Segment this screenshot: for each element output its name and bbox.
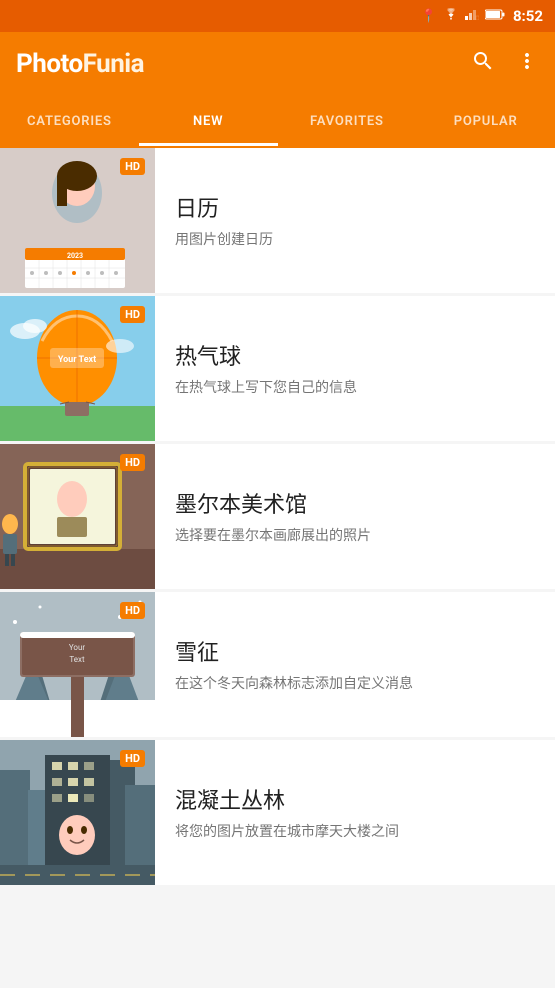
item-desc-snow: 在这个冬天向森林标志添加自定义消息 <box>175 675 535 695</box>
thumbnail-calendar: 2023 HD <box>0 148 155 293</box>
tab-bar: CATEGORIES NEW FAVORITES POPULAR <box>0 96 555 148</box>
thumbnail-balloon: Your Text HD <box>0 296 155 441</box>
wifi-icon <box>443 8 459 24</box>
tab-new[interactable]: NEW <box>139 96 278 146</box>
status-bar: 📍 8:52 <box>0 0 555 32</box>
list-item-calendar[interactable]: 2023 HD 日历 用 <box>0 148 555 293</box>
thumbnail-city: HD <box>0 740 155 885</box>
app-bar-actions <box>471 49 539 79</box>
item-info-balloon: 热气球 在热气球上写下您自己的信息 <box>155 323 555 415</box>
item-desc-gallery: 选择要在墨尔本画廊展出的照片 <box>175 527 535 547</box>
tab-categories[interactable]: CATEGORIES <box>0 96 139 146</box>
hd-badge-gallery: HD <box>120 454 145 471</box>
more-icon[interactable] <box>515 49 539 79</box>
content-list: 2023 HD 日历 用 <box>0 148 555 988</box>
hd-badge-city: HD <box>120 750 145 767</box>
item-info-snow: 雪征 在这个冬天向森林标志添加自定义消息 <box>155 619 555 711</box>
svg-text:Your Text: Your Text <box>58 355 96 365</box>
tab-popular[interactable]: POPULAR <box>416 96 555 146</box>
tab-favorites[interactable]: FAVORITES <box>278 96 417 146</box>
status-icons: 📍 <box>421 8 505 24</box>
svg-text:Your: Your <box>69 643 86 652</box>
logo-funia: Funia <box>83 49 144 79</box>
svg-text:Text: Text <box>69 655 85 664</box>
item-info-city: 混凝土丛林 将您的图片放置在城市摩天大楼之间 <box>155 767 555 859</box>
svg-text:2023: 2023 <box>67 252 83 260</box>
item-title-calendar: 日历 <box>175 191 535 223</box>
item-info-gallery: 墨尔本美术馆 选择要在墨尔本画廊展出的照片 <box>155 471 555 563</box>
thumbnail-snow: Your Text HD <box>0 592 155 737</box>
item-desc-balloon: 在热气球上写下您自己的信息 <box>175 379 535 399</box>
hd-badge-balloon: HD <box>120 306 145 323</box>
list-item-city[interactable]: HD 混凝土丛林 将您的图片放置在城市摩天大楼之间 <box>0 740 555 885</box>
list-item-snow[interactable]: Your Text HD 雪征 在这个冬天向森林标志添加自定义消息 <box>0 592 555 737</box>
list-item-balloon[interactable]: Your Text HD 热气球 在热气球上写下您自己的信息 <box>0 296 555 441</box>
app-bar: PhotoFunia <box>0 32 555 96</box>
item-title-snow: 雪征 <box>175 635 535 667</box>
location-icon: 📍 <box>421 9 437 24</box>
thumbnail-gallery: HD <box>0 444 155 589</box>
item-info-calendar: 日历 用图片创建日历 <box>155 175 555 267</box>
list-item-gallery[interactable]: HD 墨尔本美术馆 选择要在墨尔本画廊展出的照片 <box>0 444 555 589</box>
battery-icon <box>485 9 505 24</box>
search-icon[interactable] <box>471 49 495 79</box>
hd-badge-snow: HD <box>120 602 145 619</box>
hd-badge-calendar: HD <box>120 158 145 175</box>
item-title-city: 混凝土丛林 <box>175 783 535 815</box>
signal-icon <box>465 8 479 24</box>
item-title-balloon: 热气球 <box>175 339 535 371</box>
status-time: 8:52 <box>513 7 543 25</box>
logo-photo: Photo <box>16 49 83 79</box>
app-logo: PhotoFunia <box>16 49 144 79</box>
item-desc-city: 将您的图片放置在城市摩天大楼之间 <box>175 823 535 843</box>
item-desc-calendar: 用图片创建日历 <box>175 231 535 251</box>
item-title-gallery: 墨尔本美术馆 <box>175 487 535 519</box>
